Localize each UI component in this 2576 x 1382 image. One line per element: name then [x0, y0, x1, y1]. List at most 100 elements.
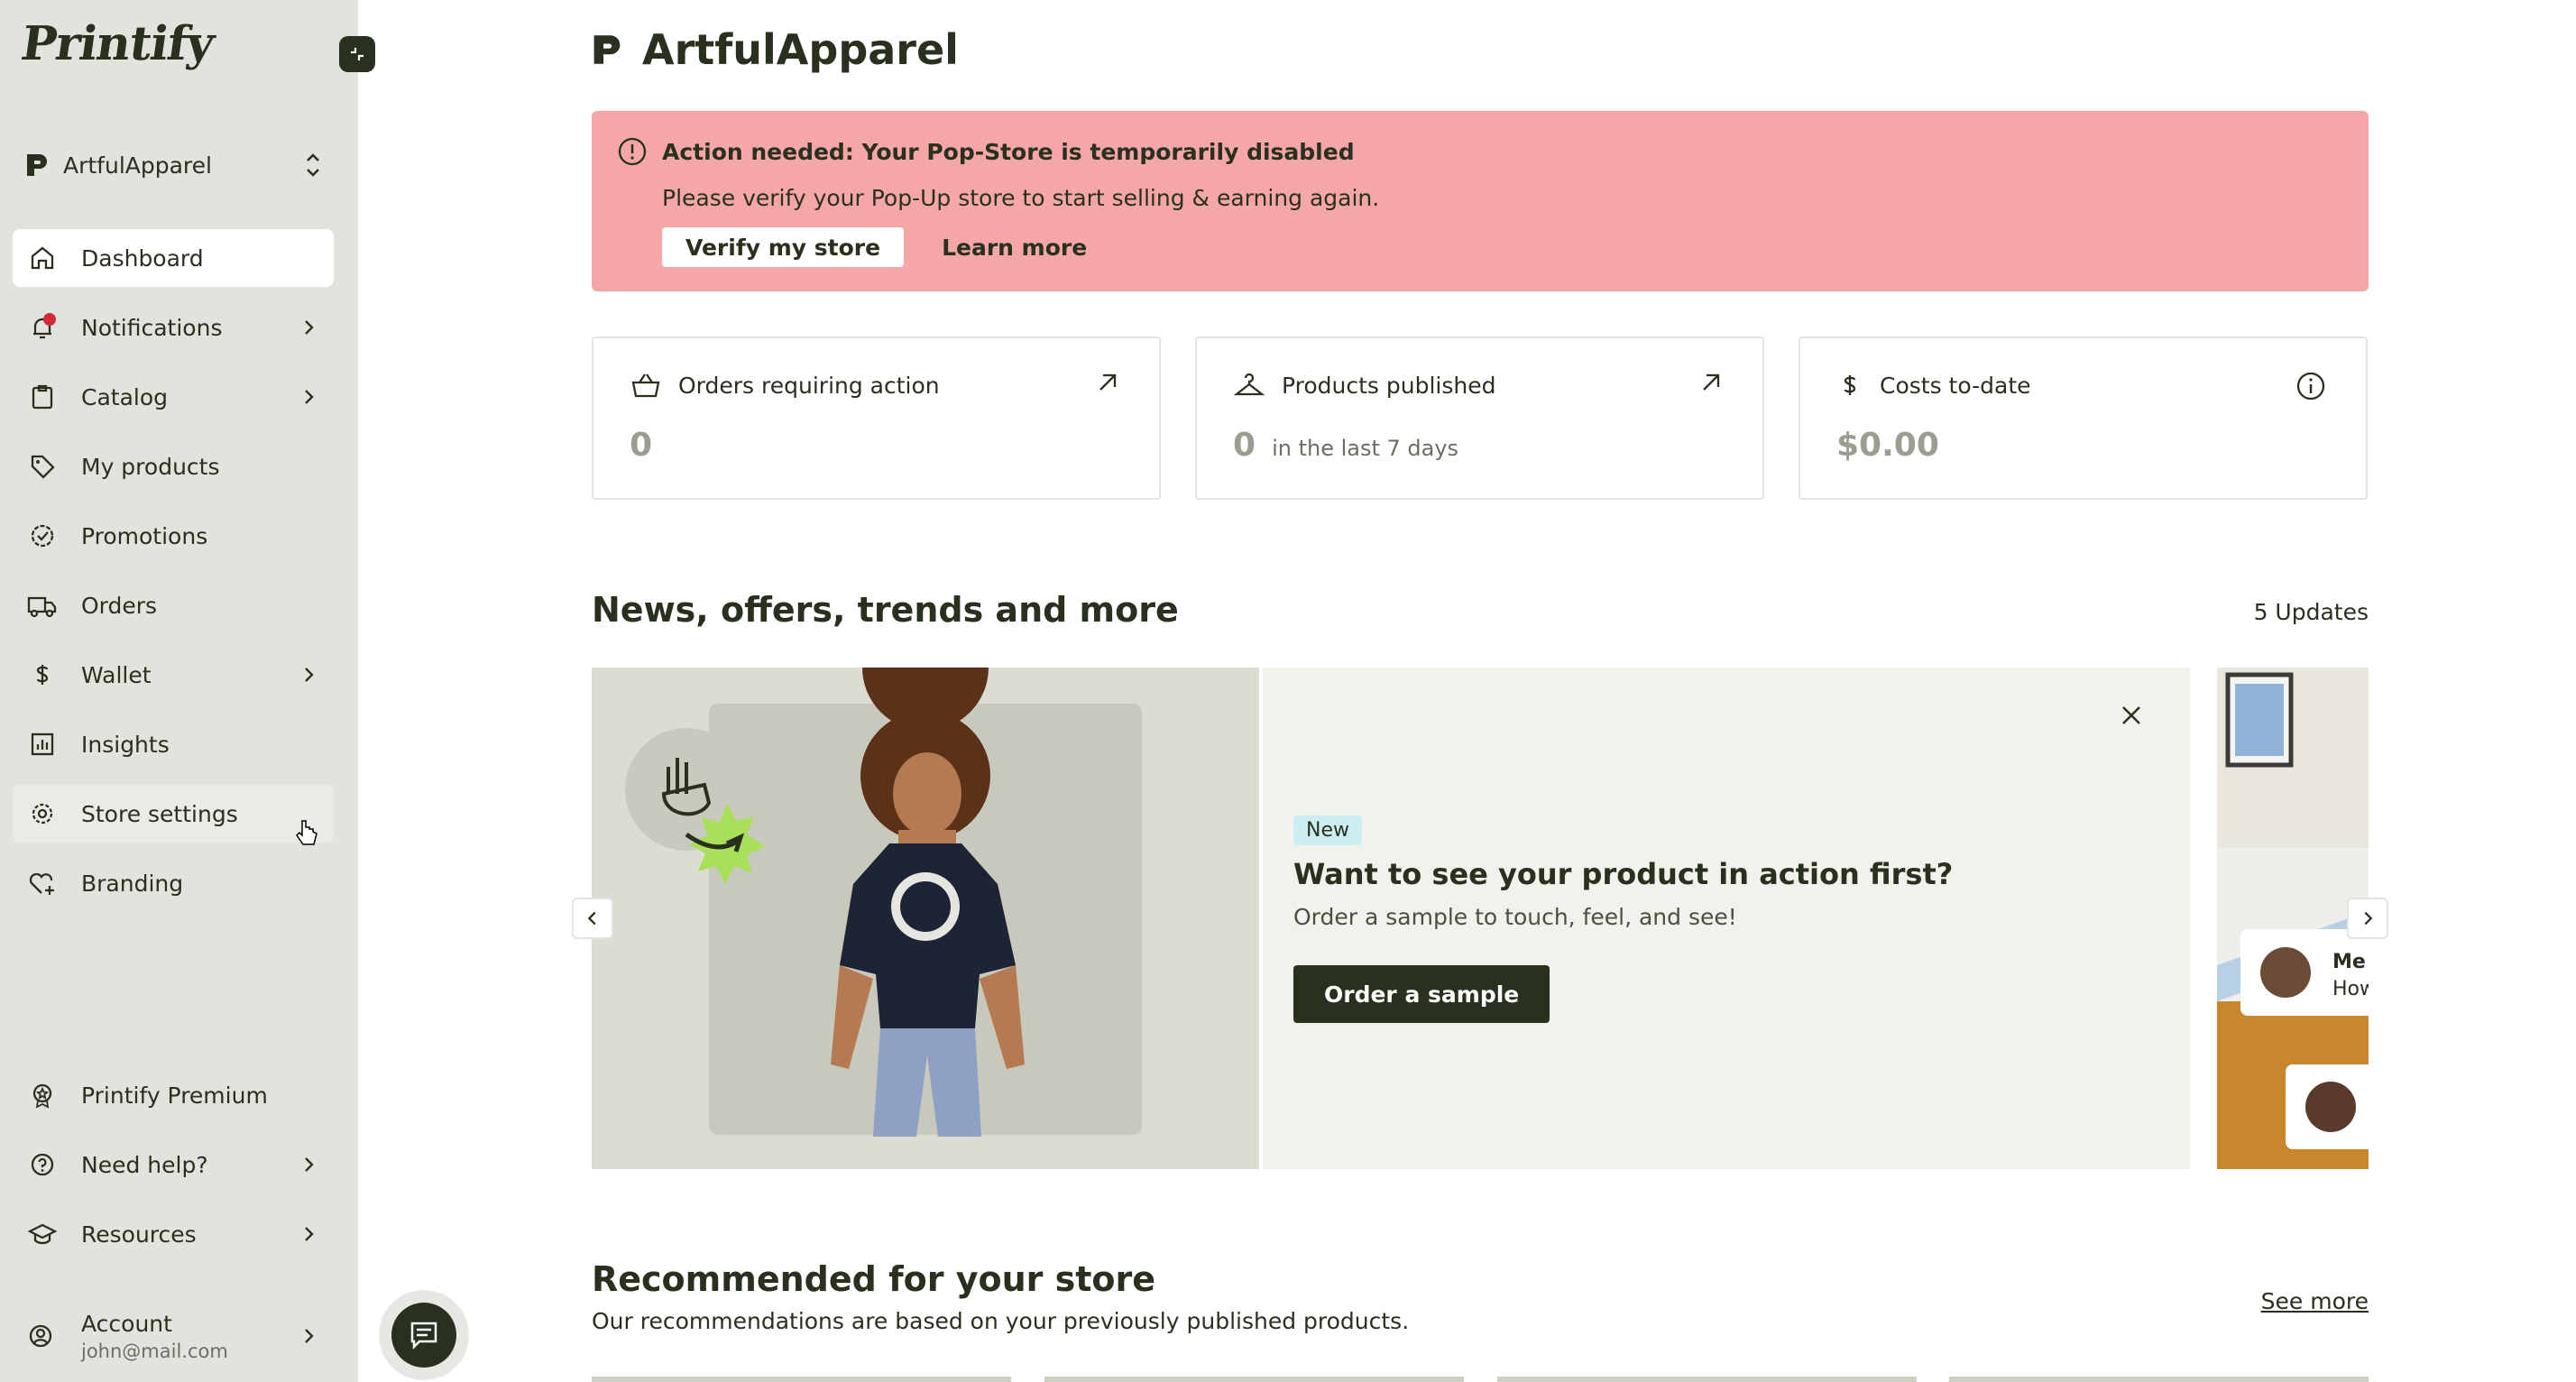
learn-more-link[interactable]: Learn more: [942, 235, 1087, 261]
sidebar-item-insights[interactable]: Insights: [13, 715, 334, 773]
arrow-up-right-icon: [1099, 373, 1117, 391]
user-icon: [27, 1322, 58, 1350]
sidebar-item-store-settings[interactable]: Store settings: [13, 785, 334, 845]
updates-count[interactable]: 5 Updates: [2254, 599, 2369, 625]
recommended-product-card[interactable]: [592, 1377, 1011, 1382]
card-header: Costs to-date: [1836, 371, 2330, 400]
sidebar-item-need-help[interactable]: Need help?: [13, 1136, 334, 1193]
recommended-subtitle: Our recommendations are based on your pr…: [592, 1308, 1410, 1334]
sidebar-item-label: Insights: [81, 731, 170, 758]
gear-icon: [27, 798, 58, 829]
card-value-row: 0 in the last 7 days: [1233, 427, 1726, 464]
warning-icon: [618, 137, 647, 166]
home-icon: [27, 243, 58, 273]
close-icon[interactable]: [2120, 704, 2143, 727]
account-email: john@mail.com: [81, 1340, 228, 1362]
sidebar-item-catalog[interactable]: Catalog: [13, 368, 334, 426]
chevron-right-icon: [305, 1157, 314, 1172]
sidebar-item-label: My products: [81, 453, 220, 480]
chat-icon: [410, 1322, 437, 1350]
card-title: Costs to-date: [1880, 372, 2031, 399]
sidebar-item-dashboard[interactable]: Dashboard: [13, 229, 334, 287]
chat-button[interactable]: [379, 1290, 469, 1380]
orders-requiring-action-card[interactable]: Orders requiring action 0: [592, 336, 1161, 500]
recommended-product-card[interactable]: [1497, 1377, 1917, 1382]
chart-icon: [27, 729, 58, 760]
store-p-icon: [593, 35, 621, 64]
sidebar-item-label: Wallet: [81, 661, 152, 688]
secondary-nav: Printify Premium Need help? Resources: [13, 1066, 334, 1275]
new-badge: New: [1293, 815, 1362, 845]
chevron-left-icon: [587, 911, 596, 926]
order-sample-button[interactable]: Order a sample: [1293, 965, 1550, 1023]
sidebar-item-label: Store settings: [81, 800, 238, 827]
card-title: Orders requiring action: [678, 372, 940, 399]
chevron-right-icon: [305, 1227, 314, 1241]
alert-message: Please verify your Pop-Up store to start…: [662, 185, 1380, 211]
news-carousel: New Want to see your product in action f…: [572, 668, 2388, 1169]
model-tshirt-illustration: [625, 668, 1025, 1137]
sidebar-item-printify-premium[interactable]: Printify Premium: [13, 1066, 334, 1124]
info-icon[interactable]: [2295, 371, 2326, 401]
basket-icon: [631, 373, 660, 398]
sidebar-item-orders[interactable]: Orders: [13, 576, 334, 634]
card-value: 0: [630, 427, 653, 464]
card-header: Orders requiring action: [630, 371, 1123, 400]
sidebar-item-label: Dashboard: [81, 244, 204, 272]
see-more-link[interactable]: See more: [2261, 1288, 2369, 1314]
stats-cards: Orders requiring action 0 Products publi…: [592, 336, 2369, 500]
alert-title: Action needed: Your Pop-Store is tempora…: [662, 138, 1355, 165]
sidebar-item-label: Promotions: [81, 522, 208, 549]
card-value: $0.00: [1836, 427, 1939, 464]
tag-icon: [27, 451, 58, 482]
account-menu[interactable]: Account john@mail.com: [13, 1304, 334, 1368]
card-header: Products published: [1233, 371, 1726, 400]
recommended-product-card[interactable]: [1949, 1377, 2369, 1382]
recommended-title: Recommended for your store: [592, 1259, 1155, 1299]
sidebar-item-promotions[interactable]: Promotions: [13, 507, 334, 565]
alert-header: Action needed: Your Pop-Store is tempora…: [617, 136, 2343, 167]
page-title: ArtfulApparel: [642, 25, 959, 74]
page-header: ArtfulApparel: [592, 25, 959, 74]
chevron-right-icon: [305, 390, 314, 404]
dollar-icon: [1844, 375, 1856, 395]
sidebar-item-wallet[interactable]: Wallet: [13, 646, 334, 704]
next-slide-image: [2217, 668, 2369, 1169]
next-slide-preview[interactable]: Me How: [2217, 668, 2369, 1169]
chevron-updown-icon: [307, 153, 319, 177]
card-value-row: $0.00: [1836, 427, 2330, 464]
sidebar-item-notifications[interactable]: Notifications: [13, 299, 334, 356]
printify-logo[interactable]: Printify: [18, 16, 217, 71]
badge-check-icon: [27, 521, 58, 551]
sidebar-item-label: Resources: [81, 1221, 197, 1248]
carousel-prev-button[interactable]: [572, 898, 613, 939]
sidebar-item-label: Notifications: [81, 314, 223, 341]
recommended-product-card[interactable]: [1044, 1377, 1464, 1382]
slide-text: Order a sample to touch, feel, and see!: [1293, 904, 1737, 930]
sidebar-item-resources[interactable]: Resources: [13, 1205, 334, 1263]
account-label: Account: [81, 1310, 172, 1337]
alert-actions: Verify my store Learn more: [662, 227, 2343, 267]
slide-heading: Want to see your product in action first…: [1293, 857, 1954, 891]
costs-to-date-card: Costs to-date $0.00: [1799, 336, 2368, 500]
slide-image: [592, 668, 1259, 1169]
sidebar-item-my-products[interactable]: My products: [13, 438, 334, 495]
products-published-card[interactable]: Products published 0 in the last 7 days: [1195, 336, 1764, 500]
sidebar-item-branding[interactable]: Branding: [13, 854, 334, 912]
chevron-right-icon: [305, 1329, 314, 1343]
main-nav: Dashboard Notifications Catalog My produ…: [13, 229, 334, 924]
collapse-sidebar-button[interactable]: [339, 36, 375, 72]
slide-content: New Want to see your product in action f…: [1263, 668, 2190, 1169]
sidebar-item-label: Catalog: [81, 383, 169, 410]
card-subtext: in the last 7 days: [1272, 436, 1459, 461]
store-selector[interactable]: ArtfulApparel: [25, 144, 323, 186]
preview-name: Me: [2332, 951, 2366, 973]
store-name: ArtfulApparel: [63, 152, 212, 179]
chevron-right-icon: [305, 320, 314, 335]
truck-icon: [27, 590, 58, 621]
pointer-cursor-icon: [296, 820, 317, 845]
verify-store-button[interactable]: Verify my store: [662, 227, 905, 267]
carousel-next-button[interactable]: [2347, 898, 2388, 939]
sidebar-item-label: Need help?: [81, 1151, 208, 1178]
sidebar-item-label: Branding: [81, 870, 184, 897]
